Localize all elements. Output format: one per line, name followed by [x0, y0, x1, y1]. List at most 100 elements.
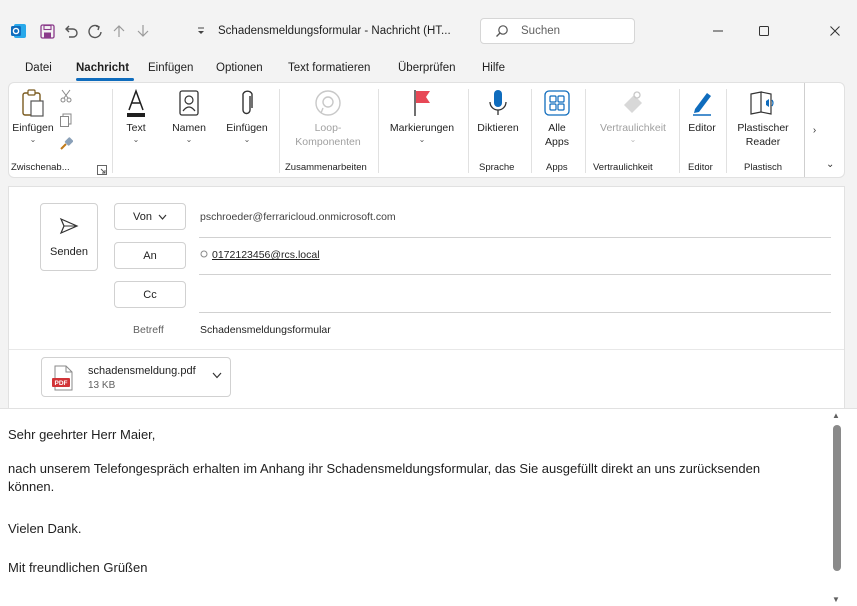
paste-label: Einfügen — [12, 122, 54, 134]
chevron-down-icon: ⌄ — [185, 135, 193, 144]
window-title: Schadensmeldungsformular - Nachricht (HT… — [218, 25, 451, 37]
subject-field[interactable]: Schadensmeldungsformular — [200, 324, 331, 336]
editor-button[interactable]: Editor — [683, 85, 721, 135]
address-book-icon — [178, 85, 200, 121]
from-address: pschroeder@ferraricloud.onmicrosoft.com — [200, 211, 396, 223]
group-separator — [279, 89, 280, 173]
group-label-apps: Apps — [546, 162, 568, 173]
flag-icon — [411, 85, 433, 121]
chevron-down-icon — [158, 212, 167, 222]
group-separator — [531, 89, 532, 173]
group-label-clipboard: Zwischenab... — [11, 162, 70, 173]
minimize-button[interactable] — [703, 18, 733, 44]
names-label: Namen — [172, 122, 206, 134]
sensitivity-button[interactable]: Vertraulichkeit ⌄ — [591, 85, 675, 145]
to-button[interactable]: An — [114, 242, 186, 269]
menu-nachricht[interactable]: Nachricht — [76, 62, 129, 74]
arrow-up-icon[interactable] — [110, 22, 128, 40]
group-separator — [585, 89, 586, 173]
tags-label: Markierungen — [389, 122, 455, 134]
chevron-down-icon[interactable] — [212, 371, 222, 382]
quick-access-dropdown-icon[interactable] — [192, 22, 210, 40]
immersive-reader-icon — [748, 85, 778, 121]
body-paragraph: nach unserem Telefongespräch erhalten im… — [8, 461, 761, 494]
scroll-up-icon[interactable]: ▲ — [832, 411, 840, 420]
dictate-button[interactable]: Diktieren — [473, 85, 523, 135]
to-recipient[interactable]: 0172123456@rcs.local — [200, 249, 320, 261]
svg-text:PDF: PDF — [55, 380, 68, 387]
attachment-name: schadensmeldung.pdf — [88, 365, 196, 377]
menu-optionen[interactable]: Optionen — [216, 62, 263, 74]
loop-components-button[interactable]: Loop- Komponenten — [287, 85, 369, 149]
from-label: Von — [133, 210, 152, 223]
save-icon[interactable] — [38, 22, 56, 40]
group-label-collab: Zusammenarbeiten — [285, 162, 367, 173]
microphone-icon — [487, 85, 509, 121]
text-button[interactable]: Text ⌄ — [119, 85, 153, 145]
search-icon — [495, 24, 509, 43]
message-body[interactable]: Sehr geehrter Herr Maier, nach unserem T… — [0, 408, 857, 606]
apps-grid-icon — [544, 85, 570, 121]
arrow-down-icon[interactable] — [134, 22, 152, 40]
all-apps-button[interactable]: Alle Apps — [537, 85, 577, 149]
sensitivity-label: Vertraulichkeit — [600, 122, 666, 134]
subject-label: Betreff — [133, 324, 164, 336]
group-label-sensitivity: Vertraulichkeit — [593, 162, 653, 173]
group-label-editor: Editor — [688, 162, 713, 173]
active-tab-indicator — [76, 78, 134, 81]
group-label-reader: Plastisch — [744, 162, 783, 173]
vertical-scrollbar[interactable]: ▲ ▼ — [829, 411, 845, 605]
redo-icon[interactable] — [86, 22, 104, 40]
ribbon: Einfügen ⌄ Zwischenab... Text ⌄ Namen ⌄ … — [8, 82, 845, 178]
group-label-voice: Sprache — [479, 162, 515, 173]
scrollbar-thumb[interactable] — [833, 425, 841, 571]
from-button[interactable]: Von — [114, 203, 186, 230]
undo-icon[interactable] — [62, 22, 80, 40]
attachment-divider — [9, 349, 844, 350]
cut-icon[interactable] — [59, 89, 73, 108]
ribbon-overflow-button[interactable]: › — [804, 83, 824, 177]
attachment-card[interactable]: PDF schadensmeldung.pdf 13 KB — [41, 357, 231, 397]
group-separator — [112, 89, 113, 173]
dialog-launcher-icon[interactable] — [97, 162, 107, 180]
immersive-reader-button[interactable]: Plastischer Reader — [729, 85, 797, 149]
chevron-down-icon: ⌄ — [629, 135, 637, 144]
cc-button[interactable]: Cc — [114, 281, 186, 308]
scroll-down-icon[interactable]: ▼ — [832, 595, 840, 604]
tags-button[interactable]: Markierungen ⌄ — [384, 85, 460, 145]
field-divider — [199, 237, 831, 238]
close-button[interactable] — [820, 18, 850, 44]
menu-text-formatieren[interactable]: Text formatieren — [288, 62, 370, 74]
to-address: 0172123456@rcs.local — [212, 249, 320, 261]
menu-einfuegen[interactable]: Einfügen — [148, 62, 193, 74]
chevron-down-icon: ⌄ — [132, 135, 140, 144]
menu-datei[interactable]: Datei — [25, 62, 52, 74]
font-color-icon — [125, 85, 147, 121]
send-button[interactable]: Senden — [40, 203, 98, 271]
menu-hilfe[interactable]: Hilfe — [482, 62, 505, 74]
ribbon-expand-button[interactable]: ⌄ — [826, 159, 834, 170]
editor-pen-icon — [689, 85, 715, 121]
group-separator — [726, 89, 727, 173]
clipboard-icon — [20, 85, 46, 121]
names-button[interactable]: Namen ⌄ — [167, 85, 211, 145]
presence-icon — [200, 249, 208, 261]
group-separator — [679, 89, 680, 173]
maximize-button[interactable] — [749, 18, 779, 44]
insert-attachment-button[interactable]: Einfügen ⌄ — [223, 85, 271, 145]
group-separator — [468, 89, 469, 173]
sensitivity-label-icon — [620, 85, 646, 121]
cc-field[interactable] — [199, 312, 831, 313]
search-box[interactable]: Suchen — [480, 18, 635, 44]
apps-label-line2: Apps — [545, 136, 569, 148]
attachment-size: 13 KB — [88, 380, 116, 391]
format-painter-icon[interactable] — [59, 137, 74, 156]
menu-ueberpruefen[interactable]: Überprüfen — [398, 62, 456, 74]
reader-label-line2: Reader — [745, 136, 781, 148]
outlook-app-icon — [10, 22, 28, 40]
copy-icon[interactable] — [59, 113, 73, 132]
send-icon — [59, 217, 79, 240]
chevron-down-icon: ⌄ — [29, 135, 37, 144]
paste-button[interactable]: Einfügen ⌄ — [12, 85, 54, 145]
loop-label-line2: Komponenten — [295, 136, 361, 148]
